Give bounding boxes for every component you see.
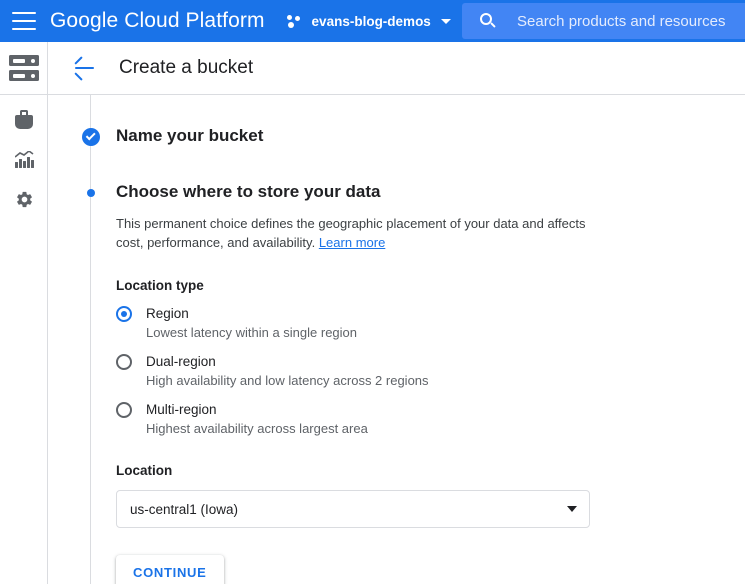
- step-title: Choose where to store your data: [116, 182, 381, 202]
- radio-help-text: Highest availability across largest area: [146, 421, 676, 437]
- hamburger-bar: [12, 20, 36, 22]
- radio-label: Multi-region: [146, 401, 676, 418]
- radio-help-text: Lowest latency within a single region: [146, 325, 676, 341]
- top-app-bar: Google Cloud Platform evans-blog-demos S…: [0, 0, 745, 42]
- location-selected-value: us-central1 (Iowa): [130, 502, 238, 517]
- step-marker-complete: [82, 128, 100, 146]
- location-type-label: Location type: [116, 278, 676, 293]
- project-dots-icon: [287, 13, 303, 29]
- hamburger-bar: [12, 12, 36, 14]
- radio-help-text: High availability and low latency across…: [146, 373, 676, 389]
- sidebar-item-storage[interactable]: [0, 48, 48, 88]
- radio-indicator[interactable]: [116, 354, 132, 370]
- back-arrow-icon[interactable]: [73, 56, 97, 80]
- chevron-down-icon: [441, 19, 451, 24]
- bar-chart-icon: [15, 150, 34, 168]
- rail-divider: [0, 94, 48, 95]
- location-label: Location: [116, 463, 676, 478]
- sidebar-item-monitoring[interactable]: [0, 139, 48, 179]
- continue-button[interactable]: CONTINUE: [116, 555, 224, 584]
- step-body: This permanent choice defines the geogra…: [116, 214, 676, 584]
- storage-stack-icon: [9, 55, 39, 81]
- radio-indicator[interactable]: [116, 306, 132, 322]
- radio-indicator[interactable]: [116, 402, 132, 418]
- trend-line: [15, 151, 34, 158]
- step-marker-active: [82, 184, 95, 197]
- radio-option-region[interactable]: Region Lowest latency within a single re…: [116, 305, 676, 341]
- icon-rail: [0, 42, 48, 584]
- search-icon: [480, 13, 497, 30]
- bucket-icon: [15, 110, 33, 129]
- brand-title[interactable]: Google Cloud Platform: [50, 9, 265, 33]
- stepper-connector: [90, 95, 91, 584]
- check-circle-icon: [82, 128, 100, 146]
- radio-option-dual-region[interactable]: Dual-region High availability and low la…: [116, 353, 676, 389]
- step-title: Name your bucket: [116, 126, 263, 146]
- search-placeholder: Search products and resources: [517, 13, 725, 30]
- learn-more-link[interactable]: Learn more: [319, 235, 385, 250]
- gear-icon: [15, 190, 34, 209]
- radio-label: Region: [146, 305, 676, 322]
- chevron-down-icon: [567, 506, 577, 512]
- project-name: evans-blog-demos: [312, 14, 431, 29]
- sidebar-item-settings[interactable]: [0, 179, 48, 219]
- main-panel: Name your bucket Choose where to store y…: [48, 95, 745, 584]
- radio-option-multi-region[interactable]: Multi-region Highest availability across…: [116, 401, 676, 437]
- sidebar-item-buckets[interactable]: [0, 99, 48, 139]
- hamburger-menu-icon[interactable]: [12, 12, 36, 30]
- search-input[interactable]: Search products and resources: [462, 3, 745, 39]
- project-selector[interactable]: evans-blog-demos: [287, 13, 451, 29]
- hamburger-bar: [12, 28, 36, 30]
- page-title: Create a bucket: [119, 57, 253, 79]
- step-description: This permanent choice defines the geogra…: [116, 214, 596, 252]
- active-dot-icon: [87, 189, 95, 197]
- radio-label: Dual-region: [146, 353, 676, 370]
- location-select[interactable]: us-central1 (Iowa): [116, 490, 590, 528]
- content-header: Create a bucket: [48, 42, 745, 95]
